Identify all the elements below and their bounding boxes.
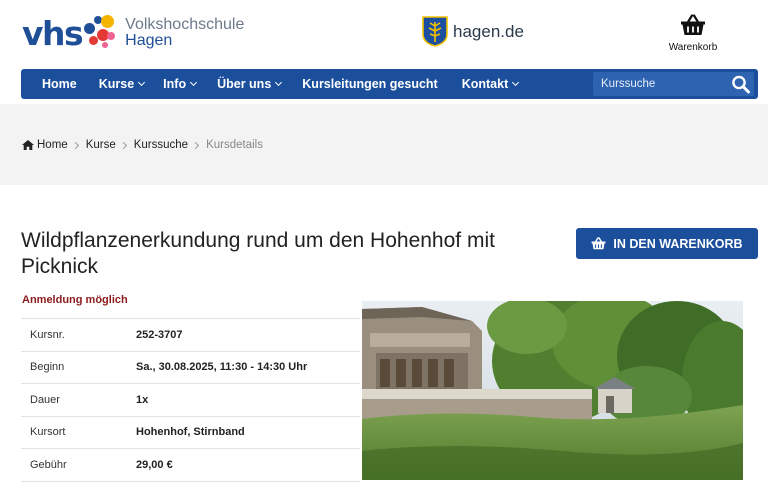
nav-item-label: Kursleitungen gesucht — [302, 77, 438, 91]
chevron-down-icon — [275, 78, 283, 87]
logo-text: Volkshochschule Hagen — [125, 17, 244, 49]
nav-item-label: Home — [42, 77, 77, 91]
chevron-right-icon — [119, 141, 127, 149]
nav-item-label: Über uns — [217, 77, 272, 91]
detail-value: Hohenhof, Stirnband — [136, 426, 245, 439]
course-title: Wildpflanzenerkundung rund um den Hohenh… — [21, 229, 495, 278]
course-search — [593, 72, 754, 96]
table-row: Dauer 1x — [21, 383, 360, 417]
hagen-link[interactable]: hagen.de — [422, 16, 524, 47]
home-icon — [22, 140, 34, 150]
detail-value: 1x — [136, 393, 149, 406]
nav-item-home[interactable]: Home — [42, 69, 77, 99]
breadcrumb-band: Home Kurse Kurssuche Kursdetails — [0, 104, 768, 185]
detail-label: Kursnr. — [30, 328, 65, 341]
nav-item-label: Kurse — [98, 77, 135, 91]
table-row: Beginn Sa., 30.08.2025, 11:30 - 14:30 Uh… — [21, 351, 360, 384]
chevron-down-icon — [512, 78, 520, 87]
logo-name-line1: Volkshochschule — [125, 16, 245, 33]
nav-item-kursleitungen[interactable]: Kursleitungen gesucht — [302, 69, 437, 99]
add-to-cart-button[interactable]: IN DEN WARENKORB — [576, 228, 758, 259]
breadcrumb-kurssuche[interactable]: Kurssuche — [134, 139, 188, 151]
course-details-table: Kursnr. 252-3707 Beginn Sa., 30.08.2025,… — [21, 318, 360, 482]
basket-icon — [591, 237, 606, 250]
detail-value: 29,00 € — [136, 458, 173, 471]
registration-status: Anmeldung möglich — [22, 294, 128, 306]
nav-item-kontakt[interactable]: Kontakt — [461, 69, 520, 99]
hagen-crest-icon — [422, 16, 448, 47]
detail-label: Dauer — [30, 393, 60, 406]
table-row: Kursnr. 252-3707 — [21, 318, 360, 352]
table-row: Gebühr 29,00 € — [21, 448, 360, 481]
vhs-logo[interactable]: vhs Volkshochschule Hagen — [22, 12, 244, 54]
nav-item-label: Info — [163, 77, 187, 91]
chevron-down-icon — [138, 78, 146, 87]
chevron-right-icon — [192, 141, 200, 149]
detail-value: 252-3707 — [136, 328, 183, 341]
nav-item-ueber-uns[interactable]: Über uns — [217, 69, 283, 99]
hagen-label: hagen.de — [453, 21, 524, 41]
detail-label: Gebühr — [30, 458, 67, 471]
search-input[interactable] — [593, 72, 723, 96]
nav-item-info[interactable]: Info — [163, 69, 198, 99]
chevron-down-icon — [190, 78, 198, 87]
course-photo — [362, 301, 743, 480]
site-header: vhs Volkshochschule Hagen hagen.de Waren… — [0, 0, 768, 68]
basket-icon — [681, 14, 705, 35]
detail-value: Sa., 30.08.2025, 11:30 - 14:30 Uhr — [136, 361, 308, 374]
nav-item-kurse[interactable]: Kurse — [98, 69, 146, 99]
breadcrumb-kurse[interactable]: Kurse — [86, 139, 116, 151]
hohenhof-photo-image — [362, 301, 743, 480]
add-to-cart-label: IN DEN WARENKORB — [613, 236, 743, 251]
logo-name-line2: Hagen — [125, 32, 173, 49]
logo-dots-icon — [83, 13, 119, 53]
detail-label: Kursort — [30, 426, 66, 439]
search-icon[interactable] — [730, 74, 752, 94]
logo-wordmark: vhs — [22, 13, 84, 53]
breadcrumb-current: Kursdetails — [206, 139, 263, 151]
breadcrumb: Home Kurse Kurssuche Kursdetails — [22, 139, 263, 151]
detail-label: Beginn — [30, 361, 65, 374]
cart-link[interactable]: Warenkorb — [668, 14, 718, 53]
table-row: Kursort Hohenhof, Stirnband — [21, 416, 360, 449]
breadcrumb-home[interactable]: Home — [37, 139, 68, 151]
cart-label: Warenkorb — [668, 42, 718, 53]
main-navigation: Home Kurse Info Über uns Kursleitungen g… — [21, 69, 758, 99]
chevron-right-icon — [71, 141, 79, 149]
nav-item-label: Kontakt — [461, 77, 509, 91]
